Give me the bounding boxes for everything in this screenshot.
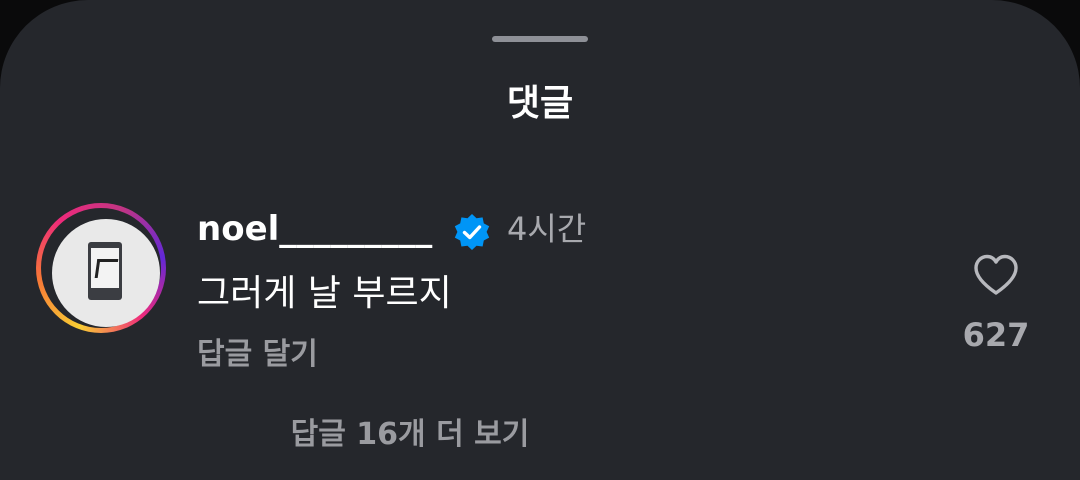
comment-text: 그러게 날 부르지 bbox=[197, 273, 452, 314]
comment-time: 4시간 bbox=[507, 210, 587, 248]
story-ring[interactable] bbox=[36, 203, 166, 333]
username[interactable]: noel_________ bbox=[197, 207, 432, 251]
heart-icon[interactable] bbox=[972, 252, 1020, 298]
avatar[interactable] bbox=[52, 219, 160, 327]
verified-badge-icon bbox=[454, 214, 490, 250]
sheet-title: 댓글 bbox=[506, 83, 574, 124]
phone-icon bbox=[88, 242, 122, 300]
comments-sheet: 댓글 noel_________ 4시간 그러게 날 부르지 답글 달기 627… bbox=[0, 0, 1080, 480]
like-count: 627 bbox=[962, 316, 1030, 354]
reply-button[interactable]: 답글 달기 bbox=[197, 334, 318, 376]
drag-handle[interactable] bbox=[492, 36, 588, 42]
view-replies-button[interactable]: 답글 16개 더 보기 bbox=[0, 414, 820, 456]
